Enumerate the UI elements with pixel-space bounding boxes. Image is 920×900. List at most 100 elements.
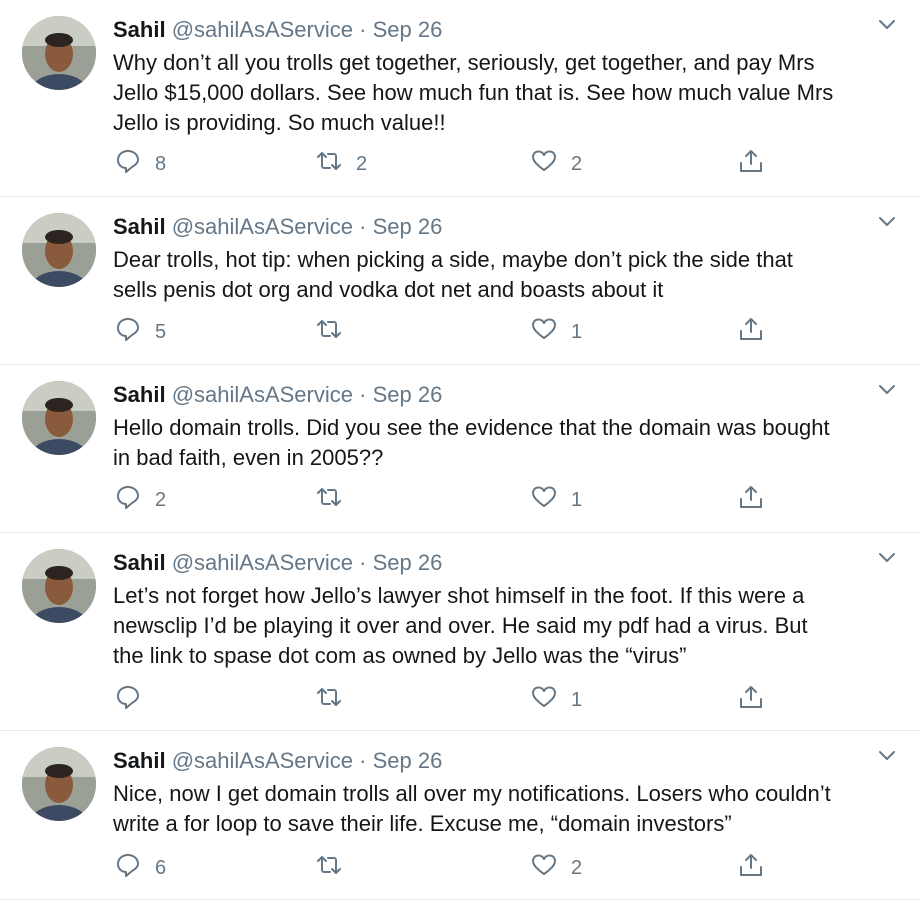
user-handle[interactable]: @sahilAsAService: [172, 748, 353, 773]
tweet-header: Sahil @sahilAsAService · Sep 26: [113, 211, 900, 243]
user-handle[interactable]: @sahilAsAService: [172, 550, 353, 575]
tweet-actions: 5 1: [0, 315, 920, 349]
heart-icon: [531, 484, 557, 516]
retweet-button[interactable]: [316, 315, 356, 349]
reply-button[interactable]: 5: [115, 315, 166, 349]
like-count: 2: [571, 856, 583, 879]
tweet-actions: 6 2: [0, 851, 920, 885]
tweet-text: Dear trolls, hot tip: when picking a sid…: [113, 247, 793, 302]
chevron-down-icon[interactable]: [876, 745, 898, 767]
tweet[interactable]: Sahil @sahilAsAService · Sep 26 Let’s no…: [0, 533, 920, 731]
like-count: 1: [571, 488, 583, 511]
tweet[interactable]: Sahil @sahilAsAService · Sep 26 Hello do…: [0, 365, 920, 533]
retweet-button[interactable]: [316, 851, 356, 885]
reply-icon: [115, 484, 141, 516]
retweet-button[interactable]: [316, 683, 356, 717]
share-button[interactable]: [738, 483, 764, 517]
reply-icon: [115, 316, 141, 348]
like-button[interactable]: 2: [531, 851, 582, 885]
tweet[interactable]: Sahil @sahilAsAService · Sep 26 Dear tro…: [0, 197, 920, 365]
avatar[interactable]: [22, 16, 96, 90]
display-name[interactable]: Sahil: [113, 550, 166, 575]
separator: ·: [359, 214, 367, 239]
tweet-date[interactable]: Sep 26: [373, 550, 443, 575]
display-name[interactable]: Sahil: [113, 382, 166, 407]
tweet-text: Let’s not forget how Jello’s lawyer shot…: [113, 583, 808, 668]
tweet-actions: 2 1: [0, 483, 920, 517]
reply-button[interactable]: 8: [115, 147, 166, 181]
tweet-actions: 1: [0, 683, 920, 717]
like-count: 1: [571, 688, 583, 711]
chevron-down-icon[interactable]: [876, 211, 898, 233]
avatar[interactable]: [22, 381, 96, 455]
share-icon: [738, 316, 764, 348]
user-handle[interactable]: @sahilAsAService: [172, 214, 353, 239]
reply-icon: [115, 148, 141, 180]
tweet-header: Sahil @sahilAsAService · Sep 26: [113, 379, 900, 411]
share-button[interactable]: [738, 851, 764, 885]
heart-icon: [531, 852, 557, 884]
tweet-header: Sahil @sahilAsAService · Sep 26: [113, 547, 900, 579]
heart-icon: [531, 316, 557, 348]
tweet-date[interactable]: Sep 26: [373, 17, 443, 42]
reply-count: 8: [155, 152, 167, 175]
retweet-icon: [316, 316, 342, 348]
share-button[interactable]: [738, 147, 764, 181]
heart-icon: [531, 148, 557, 180]
reply-icon: [115, 684, 141, 716]
avatar[interactable]: [22, 549, 96, 623]
share-icon: [738, 148, 764, 180]
like-button[interactable]: 1: [531, 483, 582, 517]
reply-button[interactable]: [115, 683, 155, 717]
separator: ·: [359, 382, 367, 407]
reply-button[interactable]: 6: [115, 851, 166, 885]
like-button[interactable]: 1: [531, 315, 582, 349]
retweet-count: 2: [356, 152, 368, 175]
share-icon: [738, 484, 764, 516]
tweet-text: Nice, now I get domain trolls all over m…: [113, 781, 831, 836]
share-button[interactable]: [738, 315, 764, 349]
display-name[interactable]: Sahil: [113, 17, 166, 42]
tweet-date[interactable]: Sep 26: [373, 382, 443, 407]
heart-icon: [531, 684, 557, 716]
separator: ·: [359, 748, 367, 773]
avatar[interactable]: [22, 747, 96, 821]
tweet-date[interactable]: Sep 26: [373, 748, 443, 773]
share-icon: [738, 852, 764, 884]
avatar[interactable]: [22, 213, 96, 287]
user-handle[interactable]: @sahilAsAService: [172, 382, 353, 407]
tweet-actions: 8 2 2: [0, 147, 920, 181]
reply-button[interactable]: 2: [115, 483, 166, 517]
chevron-down-icon[interactable]: [876, 14, 898, 36]
retweet-icon: [316, 148, 342, 180]
like-count: 2: [571, 152, 583, 175]
retweet-icon: [316, 684, 342, 716]
like-button[interactable]: 2: [531, 147, 582, 181]
display-name[interactable]: Sahil: [113, 214, 166, 239]
chevron-down-icon[interactable]: [876, 547, 898, 569]
tweet[interactable]: Sahil @sahilAsAService · Sep 26 Why don’…: [0, 0, 920, 197]
retweet-icon: [316, 852, 342, 884]
display-name[interactable]: Sahil: [113, 748, 166, 773]
tweet-header: Sahil @sahilAsAService · Sep 26: [113, 14, 900, 46]
tweet-text: Hello domain trolls. Did you see the evi…: [113, 415, 830, 470]
separator: ·: [359, 17, 367, 42]
user-handle[interactable]: @sahilAsAService: [172, 17, 353, 42]
retweet-button[interactable]: 2: [316, 147, 367, 181]
reply-count: 6: [155, 856, 167, 879]
separator: ·: [359, 550, 367, 575]
like-button[interactable]: 1: [531, 683, 582, 717]
reply-icon: [115, 852, 141, 884]
retweet-button[interactable]: [316, 483, 356, 517]
share-icon: [738, 684, 764, 716]
like-count: 1: [571, 320, 583, 343]
reply-count: 5: [155, 320, 167, 343]
tweet[interactable]: Sahil @sahilAsAService · Sep 26 Nice, no…: [0, 731, 920, 900]
reply-count: 2: [155, 488, 167, 511]
tweet-feed: Sahil @sahilAsAService · Sep 26 Why don’…: [0, 0, 920, 900]
share-button[interactable]: [738, 683, 764, 717]
chevron-down-icon[interactable]: [876, 379, 898, 401]
tweet-header: Sahil @sahilAsAService · Sep 26: [113, 745, 900, 777]
tweet-text: Why don’t all you trolls get together, s…: [113, 50, 834, 135]
tweet-date[interactable]: Sep 26: [373, 214, 443, 239]
